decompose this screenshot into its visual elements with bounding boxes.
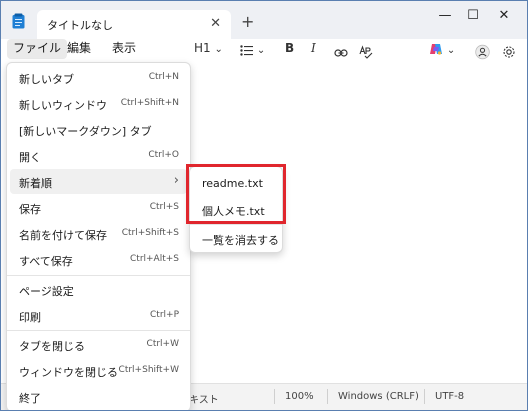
menu-separator (7, 330, 190, 331)
menu-file[interactable]: ファイル (7, 39, 68, 59)
status-line-ending[interactable]: Windows (CRLF) (338, 391, 419, 402)
list-dropdown[interactable]: ⌄ (240, 43, 265, 63)
menu-separator (7, 275, 190, 276)
menu-item-save[interactable]: 保存 Ctrl+S (10, 195, 187, 220)
menu-bar: ファイル 編集 表示 H1 ⌄ ⌄ B I ⌄ (1, 39, 527, 61)
chevron-down-icon: ⌄ (256, 45, 266, 56)
menu-item-new-markdown-tab[interactable]: [新しいマークダウン] タブ (10, 117, 187, 142)
maximize-button[interactable]: ☐ (458, 7, 488, 25)
menu-item-save-all[interactable]: すべて保存 Ctrl+Alt+S (10, 247, 187, 272)
tab-title: タイトルなし (47, 19, 113, 32)
chevron-down-icon: ⌄ (446, 45, 456, 56)
new-tab-plus-icon[interactable]: + (241, 12, 254, 31)
copilot-dropdown[interactable]: ⌄ (429, 42, 455, 62)
bullet-list-icon (240, 45, 253, 56)
menu-item-exit[interactable]: 終了 (10, 384, 187, 409)
clear-recent-list-item[interactable]: 一覧を消去する (193, 226, 279, 250)
menu-item-new-tab[interactable]: 新しいタブ Ctrl+N (10, 65, 187, 90)
menu-item-close-tab[interactable]: タブを閉じる Ctrl+W (10, 332, 187, 357)
menu-view[interactable]: 表示 (106, 39, 142, 59)
menu-item-new-window[interactable]: 新しいウィンドウ Ctrl+Shift+N (10, 91, 187, 116)
file-menu-dropdown: 新しいタブ Ctrl+N 新しいウィンドウ Ctrl+Shift+N [新しいマ… (6, 62, 191, 410)
menu-item-open[interactable]: 開く Ctrl+O (10, 143, 187, 168)
bold-button[interactable]: B (285, 39, 294, 59)
annotation-highlight-box (186, 164, 286, 224)
menu-item-print[interactable]: 印刷 Ctrl+P (10, 303, 187, 328)
notepad-window: タイトルなし ✕ + — ☐ ✕ ファイル 編集 表示 H1 ⌄ ⌄ B I ⌄… (0, 0, 528, 411)
link-icon[interactable] (334, 43, 348, 63)
menu-item-page-setup[interactable]: ページ設定 (10, 277, 187, 302)
status-file-type: キスト (189, 395, 219, 406)
close-window-button[interactable]: ✕ (489, 7, 519, 25)
status-divider (327, 389, 328, 404)
settings-gear-icon[interactable] (502, 42, 516, 62)
copilot-icon (430, 44, 442, 55)
tab-close-icon[interactable]: ✕ (210, 16, 221, 31)
italic-button[interactable]: I (311, 39, 316, 59)
heading-dropdown[interactable]: H1 ⌄ (194, 39, 223, 59)
menu-edit[interactable]: 編集 (61, 39, 97, 59)
status-encoding[interactable]: UTF-8 (435, 391, 464, 402)
account-icon[interactable] (475, 42, 490, 62)
menu-separator (190, 224, 282, 225)
menu-item-save-as[interactable]: 名前を付けて保存 Ctrl+Shift+S (10, 221, 187, 246)
document-tab[interactable]: タイトルなし ✕ (37, 10, 231, 39)
menu-item-recent[interactable]: 新着順 › (10, 169, 187, 194)
title-bar: タイトルなし ✕ + — ☐ ✕ (1, 1, 527, 39)
status-divider (424, 389, 425, 404)
heading-label: H1 (194, 41, 211, 55)
minimize-button[interactable]: — (430, 7, 460, 25)
spellcheck-icon[interactable] (359, 42, 373, 62)
menu-item-close-window[interactable]: ウィンドウを閉じる Ctrl+Shift+W (10, 358, 187, 383)
chevron-down-icon: ⌄ (214, 44, 223, 55)
status-divider (274, 389, 275, 404)
chevron-right-icon: › (173, 173, 179, 188)
notepad-app-icon (12, 13, 25, 29)
status-zoom[interactable]: 100% (285, 391, 314, 402)
